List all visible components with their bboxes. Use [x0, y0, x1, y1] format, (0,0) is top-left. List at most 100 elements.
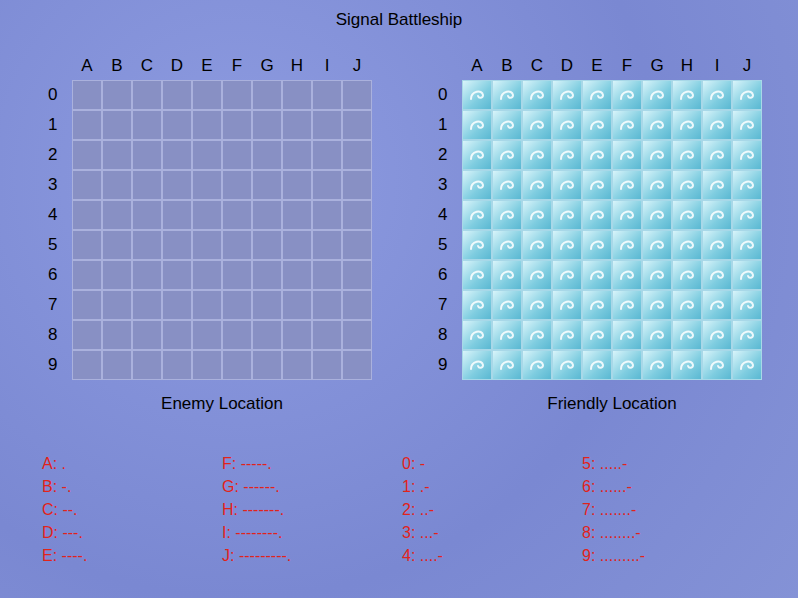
- water-cell[interactable]: [612, 140, 642, 170]
- target-cell[interactable]: [222, 260, 252, 290]
- target-cell[interactable]: [222, 110, 252, 140]
- target-cell[interactable]: [312, 260, 342, 290]
- target-cell[interactable]: [72, 230, 102, 260]
- target-cell[interactable]: [162, 110, 192, 140]
- water-cell[interactable]: [732, 260, 762, 290]
- water-cell[interactable]: [492, 350, 522, 380]
- water-cell[interactable]: [492, 170, 522, 200]
- target-cell[interactable]: [252, 170, 282, 200]
- target-cell[interactable]: [312, 230, 342, 260]
- water-cell[interactable]: [672, 290, 702, 320]
- water-cell[interactable]: [522, 260, 552, 290]
- water-cell[interactable]: [462, 320, 492, 350]
- target-cell[interactable]: [162, 170, 192, 200]
- water-cell[interactable]: [702, 290, 732, 320]
- target-cell[interactable]: [72, 290, 102, 320]
- target-cell[interactable]: [282, 260, 312, 290]
- target-cell[interactable]: [102, 200, 132, 230]
- water-cell[interactable]: [612, 350, 642, 380]
- target-cell[interactable]: [252, 230, 282, 260]
- water-cell[interactable]: [552, 110, 582, 140]
- target-cell[interactable]: [192, 140, 222, 170]
- target-cell[interactable]: [132, 140, 162, 170]
- target-cell[interactable]: [102, 260, 132, 290]
- target-cell[interactable]: [222, 230, 252, 260]
- target-cell[interactable]: [102, 290, 132, 320]
- water-cell[interactable]: [702, 350, 732, 380]
- target-cell[interactable]: [342, 80, 372, 110]
- water-cell[interactable]: [732, 80, 762, 110]
- water-cell[interactable]: [462, 260, 492, 290]
- target-cell[interactable]: [72, 170, 102, 200]
- water-cell[interactable]: [462, 80, 492, 110]
- water-cell[interactable]: [672, 80, 702, 110]
- water-cell[interactable]: [582, 170, 612, 200]
- water-cell[interactable]: [522, 140, 552, 170]
- water-cell[interactable]: [582, 260, 612, 290]
- target-cell[interactable]: [312, 350, 342, 380]
- water-cell[interactable]: [672, 200, 702, 230]
- water-cell[interactable]: [552, 260, 582, 290]
- target-cell[interactable]: [72, 80, 102, 110]
- target-cell[interactable]: [342, 110, 372, 140]
- water-cell[interactable]: [492, 110, 522, 140]
- target-cell[interactable]: [252, 200, 282, 230]
- target-cell[interactable]: [342, 230, 372, 260]
- target-cell[interactable]: [162, 230, 192, 260]
- water-cell[interactable]: [582, 80, 612, 110]
- water-cell[interactable]: [612, 320, 642, 350]
- water-cell[interactable]: [552, 320, 582, 350]
- water-cell[interactable]: [612, 170, 642, 200]
- water-cell[interactable]: [672, 320, 702, 350]
- water-cell[interactable]: [702, 230, 732, 260]
- target-cell[interactable]: [102, 170, 132, 200]
- target-cell[interactable]: [282, 140, 312, 170]
- water-cell[interactable]: [642, 260, 672, 290]
- target-cell[interactable]: [102, 320, 132, 350]
- water-cell[interactable]: [732, 140, 762, 170]
- target-cell[interactable]: [222, 80, 252, 110]
- water-cell[interactable]: [522, 290, 552, 320]
- target-cell[interactable]: [162, 290, 192, 320]
- water-cell[interactable]: [462, 350, 492, 380]
- water-cell[interactable]: [642, 80, 672, 110]
- water-cell[interactable]: [582, 140, 612, 170]
- water-cell[interactable]: [462, 290, 492, 320]
- water-cell[interactable]: [732, 110, 762, 140]
- water-cell[interactable]: [672, 140, 702, 170]
- target-cell[interactable]: [132, 290, 162, 320]
- target-cell[interactable]: [132, 200, 162, 230]
- water-cell[interactable]: [612, 230, 642, 260]
- water-cell[interactable]: [552, 200, 582, 230]
- water-cell[interactable]: [702, 110, 732, 140]
- water-cell[interactable]: [732, 320, 762, 350]
- water-cell[interactable]: [552, 350, 582, 380]
- target-cell[interactable]: [132, 110, 162, 140]
- target-cell[interactable]: [312, 140, 342, 170]
- target-cell[interactable]: [72, 260, 102, 290]
- water-cell[interactable]: [492, 200, 522, 230]
- water-cell[interactable]: [582, 290, 612, 320]
- water-cell[interactable]: [582, 350, 612, 380]
- target-cell[interactable]: [222, 140, 252, 170]
- water-cell[interactable]: [732, 170, 762, 200]
- water-cell[interactable]: [702, 320, 732, 350]
- water-cell[interactable]: [732, 290, 762, 320]
- target-cell[interactable]: [342, 260, 372, 290]
- water-cell[interactable]: [732, 200, 762, 230]
- water-cell[interactable]: [672, 170, 702, 200]
- water-cell[interactable]: [612, 260, 642, 290]
- target-cell[interactable]: [162, 80, 192, 110]
- water-cell[interactable]: [732, 350, 762, 380]
- target-cell[interactable]: [252, 260, 282, 290]
- water-cell[interactable]: [462, 200, 492, 230]
- target-cell[interactable]: [312, 290, 342, 320]
- target-cell[interactable]: [132, 350, 162, 380]
- water-cell[interactable]: [492, 260, 522, 290]
- target-cell[interactable]: [282, 320, 312, 350]
- target-cell[interactable]: [132, 320, 162, 350]
- water-cell[interactable]: [522, 350, 552, 380]
- target-cell[interactable]: [132, 260, 162, 290]
- target-cell[interactable]: [72, 350, 102, 380]
- target-cell[interactable]: [132, 80, 162, 110]
